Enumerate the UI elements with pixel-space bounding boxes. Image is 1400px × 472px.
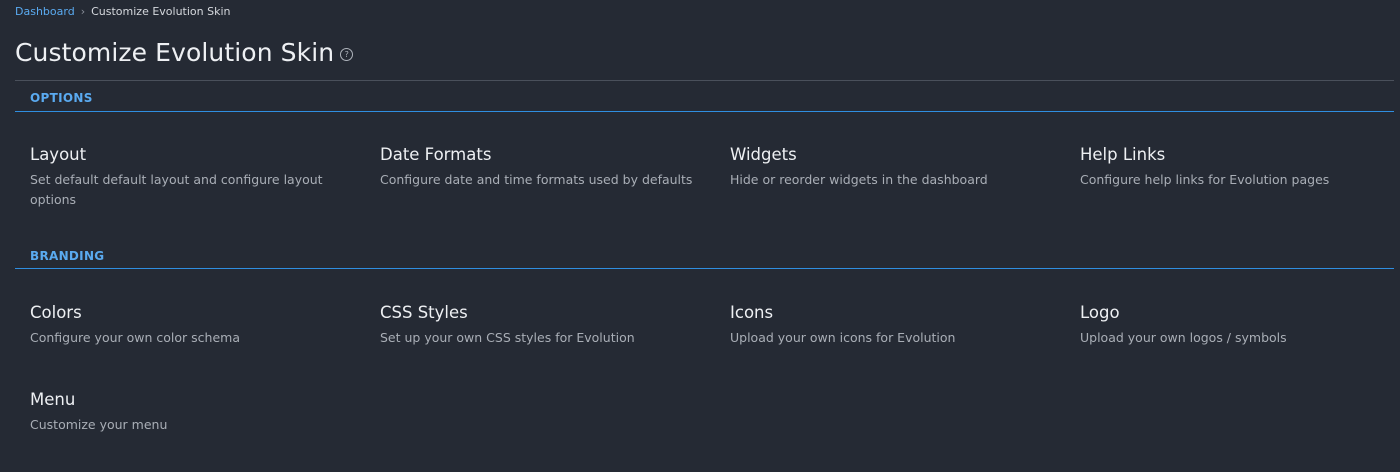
card-description: Set default default layout and configure… [30,172,323,207]
card-description: Upload your own logos / symbols [1080,330,1287,345]
breadcrumb: Dashboard › Customize Evolution Skin [15,5,231,18]
card-date-formats[interactable]: Date Formats Configure date and time for… [380,145,700,190]
card-title: Widgets [730,145,797,164]
card-layout[interactable]: Layout Set default default layout and co… [30,145,350,210]
card-title: CSS Styles [380,303,468,322]
breadcrumb-current: Customize Evolution Skin [91,5,231,18]
breadcrumb-separator: › [80,5,86,18]
section-line-options [15,111,1394,112]
card-title: Icons [730,303,774,322]
card-description: Set up your own CSS styles for Evolution [380,330,635,345]
card-description: Configure date and time formats used by … [380,172,693,187]
section-line-branding [15,268,1394,269]
card-description: Configure your own color schema [30,330,240,345]
card-menu[interactable]: Menu Customize your menu [30,390,350,435]
card-title: Colors [30,303,82,322]
section-header-branding: BRANDING [30,249,105,263]
card-title: Menu [30,390,76,409]
card-colors[interactable]: Colors Configure your own color schema [30,303,350,348]
title-row: Customize Evolution Skin ? [15,38,354,67]
help-icon[interactable]: ? [340,47,354,61]
card-description: Upload your own icons for Evolution [730,330,956,345]
card-icons[interactable]: Icons Upload your own icons for Evolutio… [730,303,1050,348]
page: Dashboard › Customize Evolution Skin Cus… [0,0,1400,472]
card-title: Date Formats [380,145,492,164]
card-title: Layout [30,145,87,164]
card-css-styles[interactable]: CSS Styles Set up your own CSS styles fo… [380,303,700,348]
card-title: Logo [1080,303,1120,322]
card-description: Configure help links for Evolution pages [1080,172,1330,187]
breadcrumb-dashboard-link[interactable]: Dashboard [15,5,75,18]
card-logo[interactable]: Logo Upload your own logos / symbols [1080,303,1400,348]
section-header-options: OPTIONS [30,91,93,105]
card-help-links[interactable]: Help Links Configure help links for Evol… [1080,145,1400,190]
card-description: Customize your menu [30,417,168,432]
card-description: Hide or reorder widgets in the dashboard [730,172,988,187]
card-title: Help Links [1080,145,1166,164]
card-widgets[interactable]: Widgets Hide or reorder widgets in the d… [730,145,1050,190]
title-divider [15,80,1394,81]
page-title: Customize Evolution Skin [15,38,335,67]
